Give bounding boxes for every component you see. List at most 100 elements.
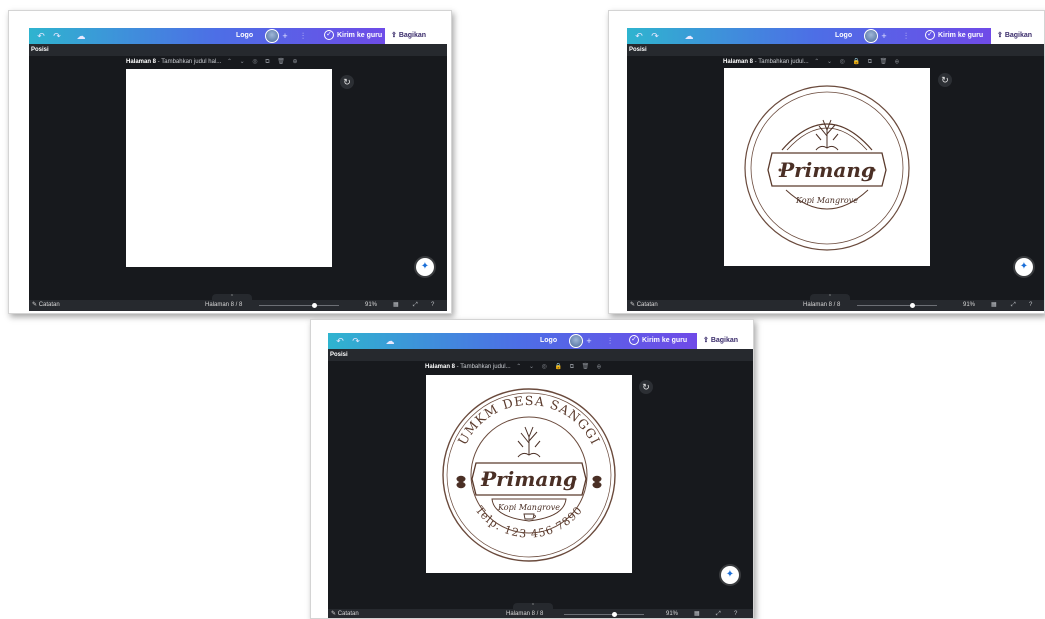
position-bar: Posisi [627, 44, 1044, 56]
notes-label: Catatan [337, 611, 359, 617]
refresh-icon[interactable]: ↻ [340, 75, 354, 89]
magic-sparkle-icon[interactable]: ✦ [1015, 258, 1033, 276]
logo-title[interactable]: Logo [835, 28, 852, 44]
avatar[interactable] [265, 29, 279, 43]
check-circle-icon: ✓ [629, 335, 639, 345]
page-actions[interactable]: ⌃ ⌄ ◎ ⧉ 🗑 ⊕ [227, 59, 301, 65]
page-header: Halaman 8 - Tambahkan judul hal... ⌃ ⌄ ◎… [126, 59, 301, 65]
fullscreen-icon[interactable]: ⤢ [413, 300, 418, 311]
position-label[interactable]: Posisi [629, 47, 647, 53]
logo-brand-text: Primang [480, 467, 577, 491]
undo-icon[interactable]: ↶ [35, 30, 47, 42]
undo-icon[interactable]: ↶ [633, 30, 645, 42]
add-collaborator-icon[interactable]: + [878, 30, 890, 42]
avatar[interactable] [864, 29, 878, 43]
page-indicator[interactable]: Halaman 8 / 8 [803, 300, 840, 311]
share-icon: ⇪ [703, 337, 711, 344]
bottom-bar: ✎ Catatan Halaman 8 / 8 91% ▦ ⤢ ? [328, 609, 753, 618]
zoom-slider-knob[interactable] [910, 303, 915, 308]
logo-title[interactable]: Logo [540, 333, 557, 349]
logo-sub-text: Kopi Mangrove [497, 503, 560, 512]
screenshot-3: ↶ ↷ ☁ Logo + ⫶ ✓ Kirim ke guru ⇪ Bagikan… [310, 319, 754, 619]
coffee-cup-icon [523, 513, 536, 520]
page-number: Halaman 8 [723, 59, 754, 65]
magic-sparkle-icon[interactable]: ✦ [721, 566, 739, 584]
refresh-icon[interactable]: ↻ [639, 380, 653, 394]
page-number: Halaman 8 [425, 364, 456, 370]
notes-button[interactable]: ✎ Catatan [331, 609, 359, 618]
fullscreen-icon[interactable]: ⤢ [1011, 300, 1016, 311]
share-button[interactable]: ⇪ Bagikan [991, 28, 1044, 44]
zoom-slider-track[interactable] [259, 305, 339, 306]
zoom-level[interactable]: 91% [963, 300, 975, 311]
redo-icon[interactable]: ↷ [51, 30, 63, 42]
magic-sparkle-icon[interactable]: ✦ [416, 258, 434, 276]
grid-view-icon[interactable]: ▦ [393, 300, 399, 311]
primang-logo[interactable]: UMKM DESA SANGGI Telp. 123 456 7890 Prim… [426, 375, 632, 573]
editor-window: ↶ ↷ ☁ Logo + ⫶ ✓ Kirim ke guru ⇪ Bagikan… [328, 333, 753, 618]
bottom-bar: ✎ Catatan Halaman 8 / 8 91% ▦ ⤢ ? [29, 300, 447, 311]
fullscreen-icon[interactable]: ⤢ [716, 609, 721, 618]
logo-title[interactable]: Logo [236, 28, 253, 44]
analytics-icon[interactable]: ⫶ [900, 30, 912, 42]
screenshot-2: ↶ ↷ ☁ Logo + ⫶ ✓ Kirim ke guru ⇪ Bagikan… [608, 10, 1045, 314]
send-to-teacher-button[interactable]: Kirim ke guru [938, 28, 983, 44]
zoom-level[interactable]: 91% [666, 609, 678, 618]
top-toolbar: ↶ ↷ ☁ Logo + ⫶ ✓ Kirim ke guru ⇪ Bagikan [29, 28, 447, 44]
position-label[interactable]: Posisi [31, 47, 49, 53]
add-collaborator-icon[interactable]: + [279, 30, 291, 42]
page-title-input[interactable]: Tambahkan judul... [758, 59, 808, 65]
share-button[interactable]: ⇪ Bagikan [697, 333, 753, 349]
analytics-icon[interactable]: ⫶ [297, 30, 309, 42]
notes-label: Catatan [38, 302, 60, 308]
help-icon[interactable]: ? [431, 300, 434, 311]
page-indicator[interactable]: Halaman 8 / 8 [506, 609, 543, 618]
cloud-save-icon[interactable]: ☁ [683, 30, 695, 42]
send-to-teacher-button[interactable]: Kirim ke guru [642, 333, 687, 349]
logo-brand-text: Primang [778, 158, 875, 182]
zoom-slider-track[interactable] [857, 305, 937, 306]
coffee-bean-left-icon [456, 475, 466, 489]
top-toolbar: ↶ ↷ ☁ Logo + ⫶ ✓ Kirim ke guru ⇪ Bagikan [328, 333, 753, 349]
page-title-input[interactable]: Tambahkan judul... [460, 364, 510, 370]
analytics-icon[interactable]: ⫶ [604, 335, 616, 347]
notes-button[interactable]: ✎ Catatan [32, 300, 60, 311]
grid-view-icon[interactable]: ▦ [991, 300, 997, 311]
redo-icon[interactable]: ↷ [350, 335, 362, 347]
cloud-save-icon[interactable]: ☁ [75, 30, 87, 42]
refresh-icon[interactable]: ↻ [938, 73, 952, 87]
page-actions[interactable]: ⌃ ⌄ ◎ 🔒 ⧉ 🗑 ⊕ [516, 364, 604, 370]
design-canvas[interactable]: Primang Kopi Mangrove [724, 68, 930, 266]
cloud-save-icon[interactable]: ☁ [384, 335, 396, 347]
share-button[interactable]: ⇪ Bagikan [385, 28, 447, 44]
send-to-teacher-button[interactable]: Kirim ke guru [337, 28, 382, 44]
undo-icon[interactable]: ↶ [334, 335, 346, 347]
help-icon[interactable]: ? [734, 609, 737, 618]
page-actions[interactable]: ⌃ ⌄ ◎ 🔒 ⧉ 🗑 ⊕ [814, 59, 902, 65]
avatar[interactable] [569, 334, 583, 348]
grid-view-icon[interactable]: ▦ [694, 609, 700, 618]
design-canvas[interactable]: UMKM DESA SANGGI Telp. 123 456 7890 Prim… [426, 375, 632, 573]
zoom-level[interactable]: 91% [365, 300, 377, 311]
screenshot-1: ↶ ↷ ☁ Logo + ⫶ ✓ Kirim ke guru ⇪ Bagikan… [8, 10, 452, 314]
share-label: Bagikan [398, 32, 427, 39]
help-icon[interactable]: ? [1029, 300, 1032, 311]
position-label[interactable]: Posisi [330, 352, 348, 358]
zoom-slider-track[interactable] [564, 614, 644, 615]
primang-logo[interactable]: Primang Kopi Mangrove [724, 68, 930, 266]
share-label: Bagikan [710, 337, 739, 344]
share-label: Bagikan [1004, 32, 1033, 39]
page-number: Halaman 8 [126, 59, 157, 65]
mangrove-tree-icon [517, 426, 541, 458]
page-indicator[interactable]: Halaman 8 / 8 [205, 300, 242, 311]
zoom-slider-knob[interactable] [612, 612, 617, 617]
design-canvas[interactable] [126, 69, 332, 267]
notes-button[interactable]: ✎ Catatan [630, 300, 658, 311]
add-collaborator-icon[interactable]: + [583, 335, 595, 347]
notes-label: Catatan [636, 302, 658, 308]
check-circle-icon: ✓ [324, 30, 334, 40]
zoom-slider-knob[interactable] [312, 303, 317, 308]
redo-icon[interactable]: ↷ [649, 30, 661, 42]
editor-window: ↶ ↷ ☁ Logo + ⫶ ✓ Kirim ke guru ⇪ Bagikan… [29, 28, 447, 311]
page-title-input[interactable]: Tambahkan judul hal... [161, 59, 221, 65]
